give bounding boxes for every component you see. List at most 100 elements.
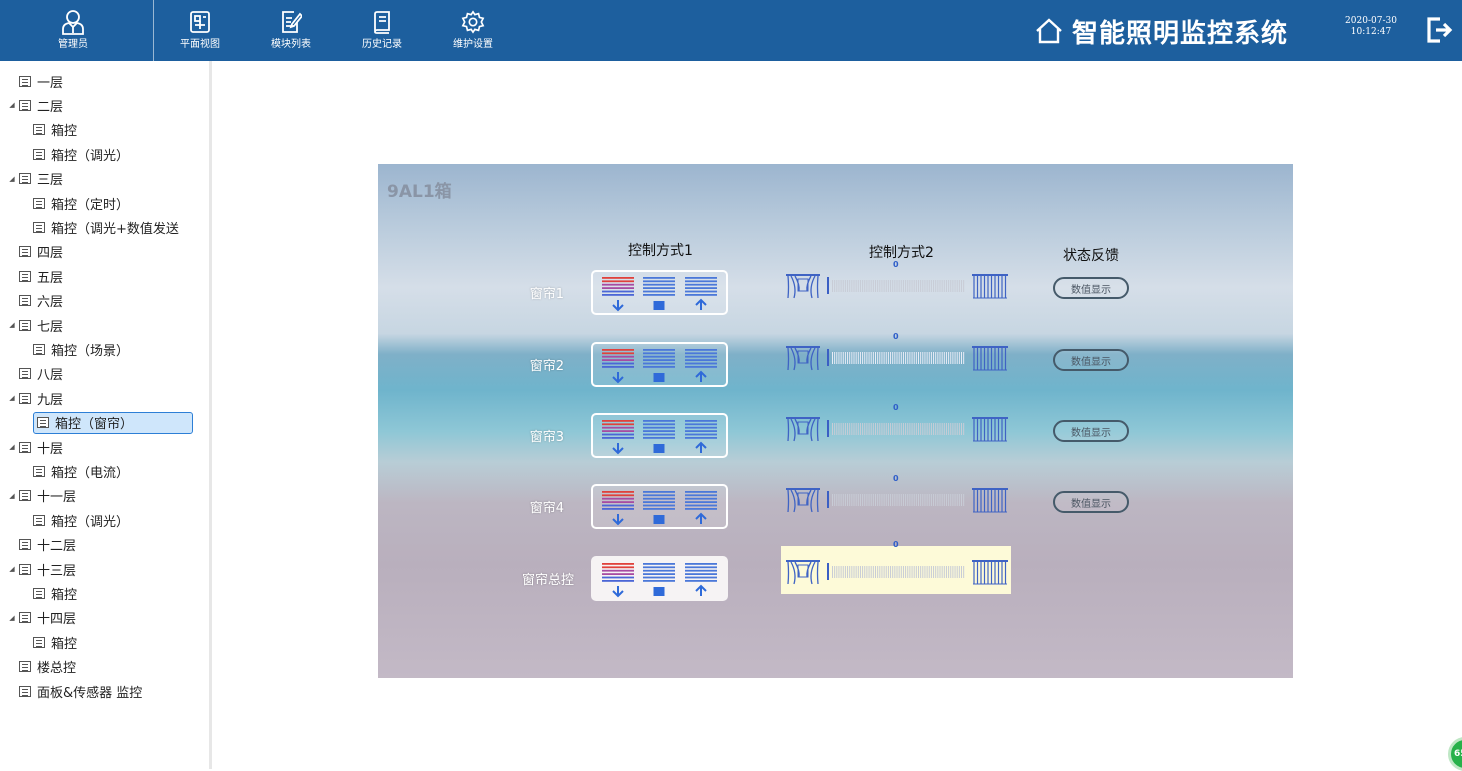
- curtain-position-slider[interactable]: [827, 420, 967, 437]
- curtain-stop-button[interactable]: [641, 560, 677, 598]
- nav-floor-plan[interactable]: 平面视图: [175, 0, 225, 61]
- tree-node-icon: [19, 246, 31, 258]
- curtain-closed-icon[interactable]: [971, 416, 1009, 442]
- curtain-closed-icon[interactable]: [971, 559, 1009, 585]
- tree-floor-item[interactable]: ◢面板&传感器 监控: [8, 680, 142, 702]
- curtain-stop-button[interactable]: [641, 417, 677, 455]
- curtain-open-button[interactable]: [683, 417, 719, 455]
- curtain-close-button[interactable]: [600, 274, 636, 312]
- curtain-close-button[interactable]: [600, 560, 636, 598]
- curtain-position-slider[interactable]: [827, 349, 967, 366]
- tree-node-label: 箱控（定时）: [51, 197, 130, 213]
- curtain-close-button[interactable]: [600, 417, 636, 455]
- tree-module-item[interactable]: 箱控（定时）: [33, 192, 129, 214]
- tree-node-icon: [33, 197, 45, 209]
- blind-up-icon: [685, 276, 718, 310]
- tree-node-label: 箱控: [51, 587, 78, 603]
- tree-floor-item[interactable]: ◢六层: [8, 290, 63, 312]
- tree-node-label: 十二层: [37, 539, 77, 555]
- tree-module-item[interactable]: 箱控: [33, 582, 77, 604]
- tree-node-label: 七层: [37, 319, 64, 335]
- tree-module-item[interactable]: 箱控（场景）: [33, 338, 129, 360]
- curtain-open-icon[interactable]: [785, 416, 821, 442]
- nav-admin-label: 管理员: [58, 39, 88, 50]
- tree-expand-caret-icon[interactable]: ◢: [8, 443, 16, 451]
- curtain-position-slider[interactable]: [827, 491, 967, 508]
- tree-expand-caret-icon[interactable]: ◢: [8, 175, 16, 183]
- curtain-closed-icon[interactable]: [971, 273, 1009, 299]
- curtain-open-button[interactable]: [683, 346, 719, 384]
- curtain-open-button[interactable]: [683, 560, 719, 598]
- curtain-row-label: 窗帘4: [529, 501, 564, 516]
- tree-module-item[interactable]: 箱控: [33, 119, 77, 141]
- tree-expand-caret-icon[interactable]: ◢: [8, 492, 16, 500]
- tree-floor-item[interactable]: ◢ 十一层: [8, 485, 76, 507]
- tree-module-item[interactable]: 箱控: [33, 631, 77, 653]
- tree-floor-item[interactable]: ◢ 七层: [8, 314, 63, 336]
- blind-down-icon: [601, 348, 634, 383]
- tree-expand-caret-icon[interactable]: ◢: [8, 101, 16, 109]
- blind-down-icon: [601, 276, 634, 311]
- tree-expand-caret-icon[interactable]: ◢: [8, 394, 16, 402]
- nav-history[interactable]: 历史记录: [357, 0, 407, 61]
- tree-floor-item[interactable]: ◢ 九层: [8, 387, 63, 409]
- nav-module-list[interactable]: 模块列表: [266, 0, 316, 61]
- curtain-open-button[interactable]: [683, 488, 719, 526]
- nav-maintenance[interactable]: 维护设置: [448, 0, 498, 61]
- tree-node-label: 十层: [37, 441, 64, 457]
- logout-icon[interactable]: [1424, 14, 1454, 46]
- curtain-closed-icon[interactable]: [971, 487, 1009, 513]
- tree-floor-item[interactable]: ◢ 十四层: [8, 607, 76, 629]
- tree-module-item[interactable]: 箱控（电流）: [33, 460, 129, 482]
- curtain-position-slider[interactable]: [827, 277, 967, 294]
- tree-floor-item[interactable]: ◢五层: [8, 265, 63, 287]
- tree-floor-item[interactable]: ◢四层: [8, 241, 63, 263]
- tree-node-label: 六层: [37, 295, 64, 311]
- floor-tree-sidebar: ◢一层◢二层箱控箱控（调光）◢三层箱控（定时）箱控（调光+数值发送◢四层◢五层◢…: [0, 61, 209, 769]
- curtain-close-button[interactable]: [600, 346, 636, 384]
- app-title-text: 智能照明监控系统: [1072, 18, 1289, 49]
- blind-down-icon: [601, 419, 634, 454]
- curtain-open-icon[interactable]: [785, 345, 821, 371]
- tree-module-item[interactable]: 箱控（调光）: [33, 509, 129, 531]
- tree-floor-item[interactable]: ◢ 二层: [8, 94, 63, 116]
- curtain-stop-button[interactable]: [641, 488, 677, 526]
- tree-expand-caret-icon[interactable]: ◢: [8, 614, 16, 622]
- tree-floor-item[interactable]: ◢楼总控: [8, 656, 76, 678]
- tree-node-icon: [19, 563, 31, 575]
- curtain-stop-button[interactable]: [641, 274, 677, 312]
- tree-floor-item[interactable]: ◢一层: [8, 70, 63, 92]
- tree-node-icon: [19, 539, 31, 551]
- curtain-open-icon[interactable]: [785, 273, 821, 299]
- tree-module-item[interactable]: 箱控（调光）: [33, 143, 129, 165]
- tree-expand-caret-icon[interactable]: ◢: [8, 321, 16, 329]
- curtain-stop-button[interactable]: [641, 346, 677, 384]
- sidebar-splitter[interactable]: [209, 61, 212, 769]
- tree-floor-item[interactable]: ◢ 十三层: [8, 558, 76, 580]
- tree-node-icon: [19, 441, 31, 453]
- gear-icon: [461, 9, 485, 35]
- curtain-row-label: 窗帘1: [529, 287, 564, 302]
- nav-admin[interactable]: 管理员: [52, 0, 94, 61]
- tree-floor-item[interactable]: ◢十二层: [8, 534, 76, 556]
- curtain-closed-icon[interactable]: [971, 345, 1009, 371]
- tree-floor-item[interactable]: ◢ 十层: [8, 436, 63, 458]
- curtain-open-icon[interactable]: [785, 487, 821, 513]
- curtain-open-icon[interactable]: [785, 559, 821, 585]
- tree-module-item[interactable]: 箱控（调光+数值发送: [33, 216, 179, 238]
- stop-icon: [643, 348, 676, 382]
- curtain-row-label: 窗帘3: [529, 430, 564, 445]
- tree-floor-item[interactable]: ◢八层: [8, 363, 63, 385]
- curtain-close-button[interactable]: [600, 488, 636, 526]
- tree-node-label: 箱控（调光）: [51, 148, 130, 164]
- floating-status-badge[interactable]: 65: [1448, 737, 1462, 771]
- tree-floor-item[interactable]: ◢ 三层: [8, 168, 63, 190]
- nav-module-list-label: 模块列表: [271, 39, 311, 50]
- tree-module-item[interactable]: 箱控（窗帘）: [33, 411, 193, 434]
- curtain-position-slider[interactable]: [827, 563, 967, 580]
- curtain-position-control: 0: [781, 260, 1011, 308]
- curtain-open-button[interactable]: [683, 274, 719, 312]
- curtain-row-label: 窗帘2: [529, 359, 564, 374]
- curtain-master-control-group: [591, 556, 728, 601]
- tree-expand-caret-icon[interactable]: ◢: [8, 565, 16, 573]
